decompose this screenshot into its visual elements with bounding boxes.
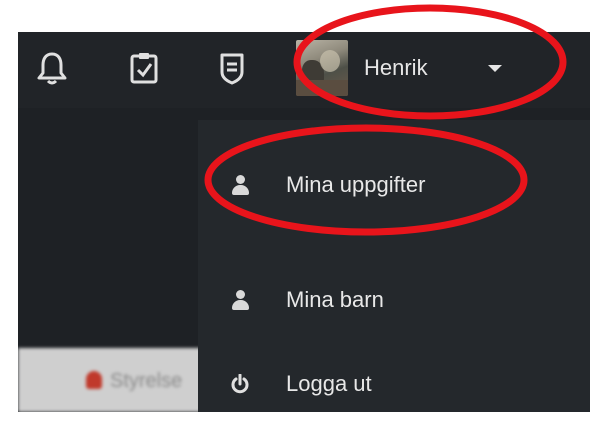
menu-item-logga-ut[interactable]: Logga ut [198,354,590,412]
person-icon [86,371,102,389]
menu-item-mina-uppgifter[interactable]: Mina uppgifter [198,155,590,215]
menu-item-label: Mina barn [286,287,384,312]
person-icon [230,175,250,195]
bell-icon[interactable] [34,50,70,86]
power-icon [230,373,250,394]
menu-item-label: Logga ut [286,371,372,396]
menu-item-label: Mina uppgifter [286,172,426,197]
user-dropdown-menu: Mina uppgifter Mina barn Logga ut [198,120,590,412]
top-navbar: Henrik [18,32,590,108]
menu-item-mina-barn[interactable]: Mina barn [198,270,590,330]
person-icon [230,290,250,310]
app-window: Henrik Styrelse Mina uppgifter Mina barn [18,32,590,412]
badge-icon[interactable] [214,50,250,86]
user-name[interactable]: Henrik [364,50,428,86]
task-check-icon[interactable] [126,50,162,86]
caret-down-icon[interactable] [488,65,502,72]
avatar[interactable] [296,40,348,96]
tab-styrelse-label: Styrelse [110,370,183,392]
tab-styrelse[interactable]: Styrelse [86,370,182,393]
